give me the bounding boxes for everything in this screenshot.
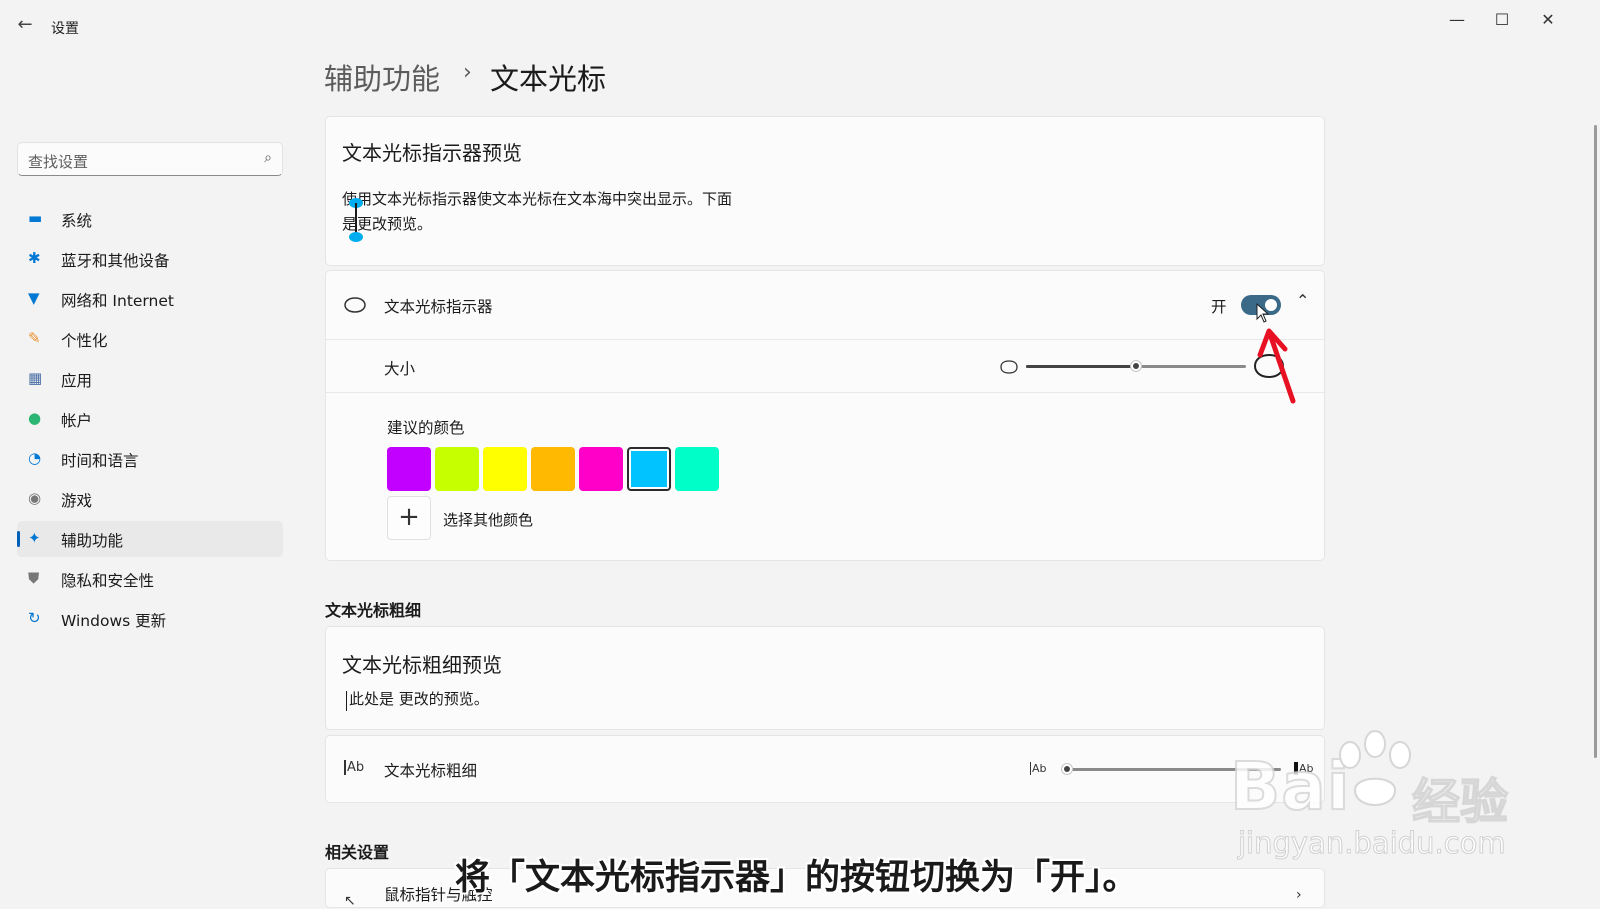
color-swatch[interactable] [675,447,719,491]
divider [326,392,1324,393]
maximize-button[interactable]: ☐ [1487,8,1517,32]
account-icon: ● [28,409,42,427]
sidebar-item-label: 辅助功能 [61,532,124,550]
color-swatch[interactable] [579,447,623,491]
size-slider-fill [1026,365,1136,368]
sidebar-item[interactable]: ▦ 应用 [17,361,283,397]
thin-cursor-icon: Ab [1030,762,1047,775]
sidebar-item-label: 网络和 Internet [61,292,174,310]
breadcrumb-separator: › [463,60,472,85]
minimize-button[interactable]: — [1442,8,1472,32]
color-swatch[interactable] [483,447,527,491]
indicator-preview-line1: 使用文本光标指示器使文本光标在文本海中突出显示。下面 [342,190,733,208]
small-indicator-icon [1000,360,1018,374]
sidebar-item-label: 个性化 [61,332,108,350]
sidebar-item[interactable]: ▼ 网络和 Internet [17,281,283,317]
cursor-indicator-preview [349,198,363,242]
thickness-label: 文本光标粗细 [384,762,478,780]
choose-other-color-label[interactable]: 选择其他颜色 [443,509,533,530]
color-swatch[interactable] [627,447,671,491]
sidebar-item-label: 时间和语言 [61,452,139,470]
mouse-cursor-icon [1256,303,1270,323]
suggested-colors-label: 建议的颜色 [387,419,465,437]
chevron-right-icon: › [1296,887,1302,903]
color-swatch[interactable] [387,447,431,491]
paw-logo-icon [1339,730,1411,806]
shield-icon: ⛊ [28,569,40,587]
size-label: 大小 [384,360,416,378]
sidebar-item-label: Windows 更新 [61,612,167,630]
app-title: 设置 [51,21,79,37]
size-slider-thumb[interactable] [1130,360,1142,372]
gamepad-icon: ◉ [28,489,42,507]
sidebar-item[interactable]: ● 帐户 [17,401,283,437]
page-title: 文本光标 [490,62,607,96]
indicator-state-text: 开 [1211,298,1227,316]
sidebar-item[interactable]: ◉ 游戏 [17,481,283,517]
video-caption: 将「文本光标指示器」的按钮切换为「开」。 [455,858,1138,898]
indicator-preview-title: 文本光标指示器预览 [342,141,522,165]
apps-icon: ▦ [28,369,43,387]
bluetooth-icon: ✱ [28,249,41,267]
thickness-preview-caret [346,691,347,711]
watermark-url: jingyan.baidu.com [1238,826,1507,861]
brush-icon: ✎ [28,329,41,347]
chevron-up-icon[interactable]: ⌃ [1296,291,1309,310]
sidebar-item-label: 隐私和安全性 [61,572,155,590]
sidebar-item-label: 游戏 [61,492,93,510]
wifi-icon: ▼ [28,289,40,307]
selection-indicator [17,531,20,547]
search-icon: ⌕ [264,150,272,166]
thickness-section-title: 文本光标粗细 [325,601,422,620]
sidebar-item-label: 系统 [61,212,93,230]
add-color-button[interactable]: + [387,496,431,540]
system-icon: ▬ [28,209,43,227]
thickness-preview-text: 此处是 更改的预览。 [349,690,489,708]
thickness-preview-title: 文本光标粗细预览 [342,653,502,677]
cursor-indicator-icon [344,297,366,313]
sidebar-item-label: 应用 [61,372,93,390]
sidebar-item[interactable]: ✦ 辅助功能 [17,521,283,557]
close-button[interactable]: ✕ [1533,8,1563,32]
annotation-arrow-icon [1257,328,1296,404]
scrollbar[interactable] [1594,125,1597,758]
sidebar-item[interactable]: ✎ 个性化 [17,321,283,357]
sidebar-item[interactable]: ✱ 蓝牙和其他设备 [17,241,283,277]
sidebar-item[interactable]: ↻ Windows 更新 [17,601,283,637]
indicator-label: 文本光标指示器 [384,298,493,316]
sidebar-item[interactable]: ⛊ 隐私和安全性 [17,561,283,597]
indicator-preview-card: 文本光标指示器预览 使用文本光标指示器使文本光标在文本海中突出显示。下面 是更改… [325,116,1325,266]
divider [326,339,1324,340]
related-section-title: 相关设置 [325,843,390,862]
search-placeholder: 查找设置 [28,153,89,171]
color-swatch[interactable] [435,447,479,491]
indicator-settings-card: 文本光标指示器 开 ⌃ 大小 建议的颜色 + 选择其他颜色 [325,270,1325,561]
color-swatch[interactable] [531,447,575,491]
back-button[interactable]: ← [14,14,36,36]
watermark-cn: 经验 [1411,773,1509,831]
thickness-icon: Ab [344,760,365,775]
sidebar-item[interactable]: ◔ 时间和语言 [17,441,283,477]
thickness-settings-card: Ab 文本光标粗细 Ab Ab [325,735,1325,803]
mouse-pointer-icon: ↖ [344,893,356,909]
accessibility-icon: ✦ [28,529,41,547]
update-icon: ↻ [28,609,41,627]
sidebar-item[interactable]: ▬ 系统 [17,201,283,237]
breadcrumb-parent[interactable]: 辅助功能 [324,56,440,98]
sidebar-item-label: 蓝牙和其他设备 [61,252,170,270]
sidebar-item-label: 帐户 [61,412,93,430]
search-input[interactable]: 查找设置 ⌕ [17,142,283,176]
globe-clock-icon: ◔ [28,449,42,467]
thickness-slider-thumb[interactable] [1061,763,1073,775]
thickness-preview-card: 文本光标粗细预览 此处是 更改的预览。 [325,626,1325,730]
